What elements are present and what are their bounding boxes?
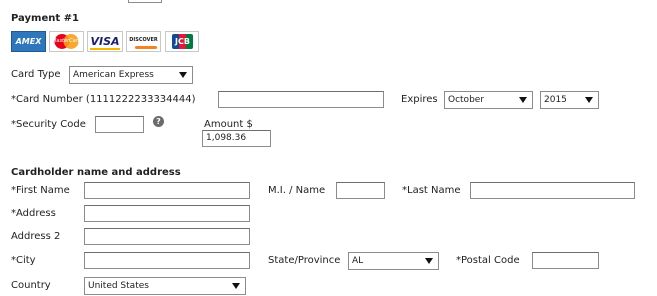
chevron-down-icon (519, 97, 527, 103)
expires-year-select[interactable]: 2015 (540, 91, 599, 109)
mi-name-label: M.I. / Name (268, 185, 326, 196)
top-partial-input[interactable] (128, 0, 162, 3)
address-input[interactable] (84, 205, 250, 222)
country-label: Country (11, 280, 51, 291)
chevron-down-icon (425, 258, 433, 264)
address2-label: Address 2 (11, 231, 61, 242)
mastercard-card-icon: MasterCard (49, 31, 84, 52)
chevron-down-icon (179, 72, 187, 78)
card-number-input[interactable] (218, 91, 384, 108)
city-input[interactable] (84, 252, 250, 269)
help-icon[interactable]: ? (153, 116, 164, 127)
last-name-input[interactable] (470, 182, 635, 199)
expires-month-select[interactable]: October (444, 91, 533, 109)
last-name-label: *Last Name (402, 185, 461, 196)
postal-code-label: *Postal Code (456, 255, 520, 266)
state-province-select[interactable]: AL (348, 252, 439, 270)
discover-card-icon: DISCOVER (126, 31, 161, 52)
country-select[interactable]: United States (84, 277, 246, 295)
state-province-label: State/Province (268, 255, 341, 266)
security-code-label: *Security Code (11, 119, 86, 130)
chevron-down-icon (585, 97, 593, 103)
card-number-label: *Card Number (1111222233334444) (11, 94, 196, 105)
expires-label: Expires (401, 94, 438, 105)
payment-section-title: Payment #1 (11, 13, 79, 24)
amex-card-icon: AMEX (11, 31, 46, 52)
mi-name-input[interactable] (336, 182, 385, 199)
jcb-card-icon: JCB (165, 31, 199, 52)
address-label: *Address (11, 208, 56, 219)
cardholder-section-title: Cardholder name and address (11, 167, 181, 178)
first-name-label: *First Name (11, 185, 70, 196)
chevron-down-icon (232, 283, 240, 289)
first-name-input[interactable] (84, 182, 250, 199)
state-province-value: AL (352, 256, 364, 266)
expires-year-value: 2015 (544, 95, 567, 105)
security-code-input[interactable] (95, 116, 144, 133)
expires-month-value: October (448, 95, 485, 105)
city-label: *City (11, 255, 36, 266)
card-type-label: Card Type (11, 69, 61, 80)
country-value: United States (88, 281, 149, 291)
postal-code-input[interactable] (532, 252, 599, 269)
card-type-value: American Express (73, 70, 154, 80)
visa-card-icon: VISA (87, 31, 123, 52)
amount-field[interactable]: 1,098.36 (202, 130, 271, 147)
address2-input[interactable] (84, 228, 250, 245)
card-type-select[interactable]: American Express (69, 66, 193, 84)
